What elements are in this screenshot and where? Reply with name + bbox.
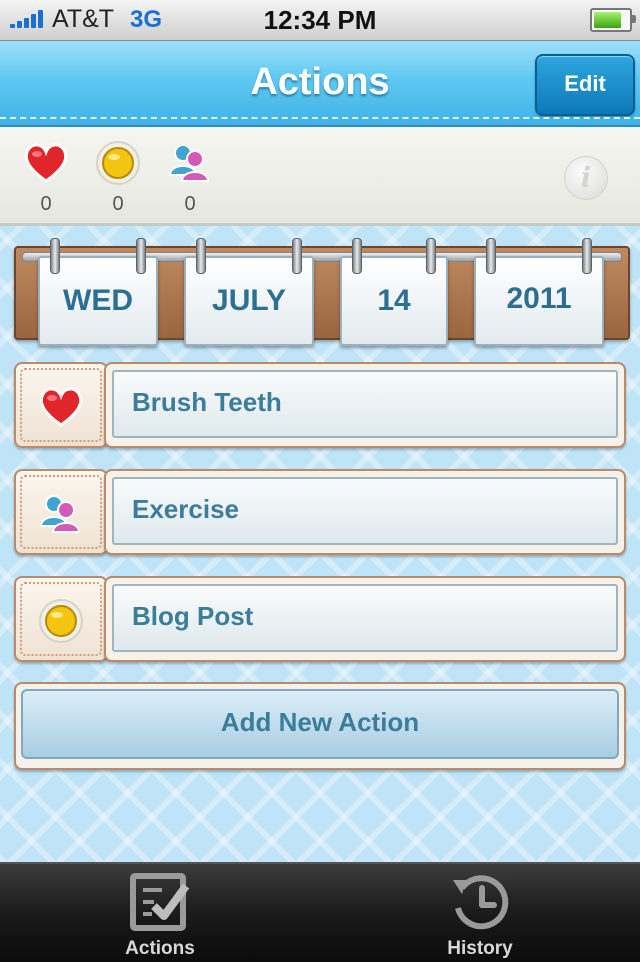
coin-icon <box>39 599 83 643</box>
users-count: 0 <box>184 193 196 215</box>
tab-bar: Actions History <box>0 862 640 962</box>
binder-ring <box>136 238 146 274</box>
action-label[interactable]: Brush Teeth <box>112 370 618 438</box>
heart-icon <box>39 387 83 427</box>
action-label[interactable]: Blog Post <box>112 584 618 652</box>
tab-history-label: History <box>447 938 513 959</box>
battery-icon <box>590 8 636 32</box>
navigation-bar: Actions Edit <box>0 41 640 127</box>
binder-ring <box>50 238 60 274</box>
binder-ring <box>486 238 496 274</box>
action-icon-tile[interactable] <box>14 469 108 555</box>
add-new-action-button[interactable]: Add New Action <box>21 689 619 759</box>
heart-count: 0 <box>40 193 52 215</box>
counters-bar: 0 0 0 <box>0 127 640 226</box>
add-action-card: Add New Action <box>14 682 626 770</box>
action-icon-tile[interactable] <box>14 576 108 662</box>
action-label[interactable]: Exercise <box>112 477 618 545</box>
heart-counter: 0 <box>16 139 76 216</box>
binder-ring <box>426 238 436 274</box>
date-month: JULY <box>212 284 286 317</box>
binder-ring <box>352 238 362 274</box>
status-time: 12:34 PM <box>263 5 377 35</box>
heart-icon <box>24 143 68 183</box>
tab-actions[interactable]: Actions <box>0 864 320 962</box>
date-year: 2011 <box>506 282 572 315</box>
date-weekday: WED <box>63 284 133 317</box>
users-icon <box>39 495 81 533</box>
action-label-card[interactable]: Exercise <box>104 469 626 555</box>
history-icon <box>453 875 509 930</box>
tab-actions-label: Actions <box>125 938 195 959</box>
coin-count: 0 <box>112 193 124 215</box>
status-bar: AT&T 3G 12:34 PM <box>0 0 640 41</box>
binder-ring <box>292 238 302 274</box>
action-label-card[interactable]: Blog Post <box>104 576 626 662</box>
coin-icon <box>96 141 140 185</box>
users-icon <box>168 144 210 182</box>
action-label-card[interactable]: Brush Teeth <box>104 362 626 448</box>
users-counter: 0 <box>160 139 220 216</box>
date-day: 14 <box>377 284 411 317</box>
info-icon[interactable]: i <box>564 156 608 200</box>
binder-ring <box>582 238 592 274</box>
coin-counter: 0 <box>88 139 148 216</box>
action-row-exercise[interactable]: Exercise <box>14 469 626 555</box>
tab-history[interactable]: History <box>320 864 640 962</box>
binder-ring <box>196 238 206 274</box>
action-row-brush-teeth[interactable]: Brush Teeth <box>14 362 626 448</box>
action-icon-tile[interactable] <box>14 362 108 448</box>
checklist-icon <box>130 873 190 931</box>
edit-button[interactable]: Edit <box>535 54 635 116</box>
action-row-blog-post[interactable]: Blog Post <box>14 576 626 662</box>
